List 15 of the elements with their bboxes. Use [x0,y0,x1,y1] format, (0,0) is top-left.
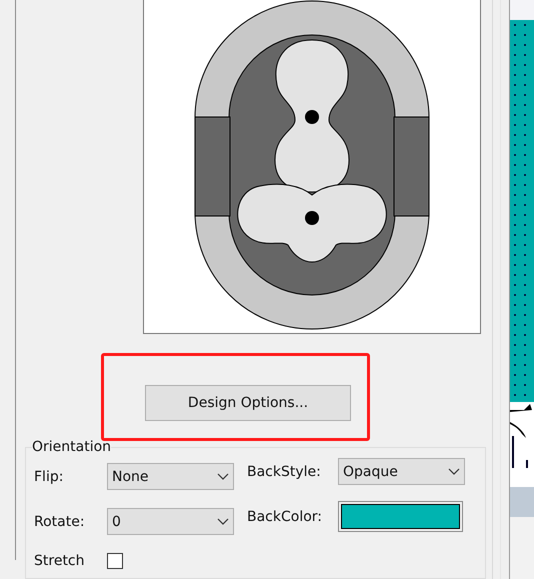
dropdown[interactable]: 0 [107,508,234,535]
chevron-icon [217,472,229,480]
field-label: BackStyle: [247,464,322,480]
dropdown[interactable]: Opaque [338,458,465,485]
field-label: Stretch [34,553,86,569]
field-label: Flip: [34,468,64,484]
chevron-icon [217,518,229,526]
selection-band [510,487,534,517]
checkbox[interactable] [107,553,123,569]
dropdown[interactable]: None [107,463,234,490]
chevron-icon [448,468,460,476]
field-label: Rotate: [34,514,86,530]
group-title: Orientation [32,439,112,455]
field-label: BackColor: [247,508,324,524]
design-options-button[interactable]: Design Options... [145,385,351,421]
